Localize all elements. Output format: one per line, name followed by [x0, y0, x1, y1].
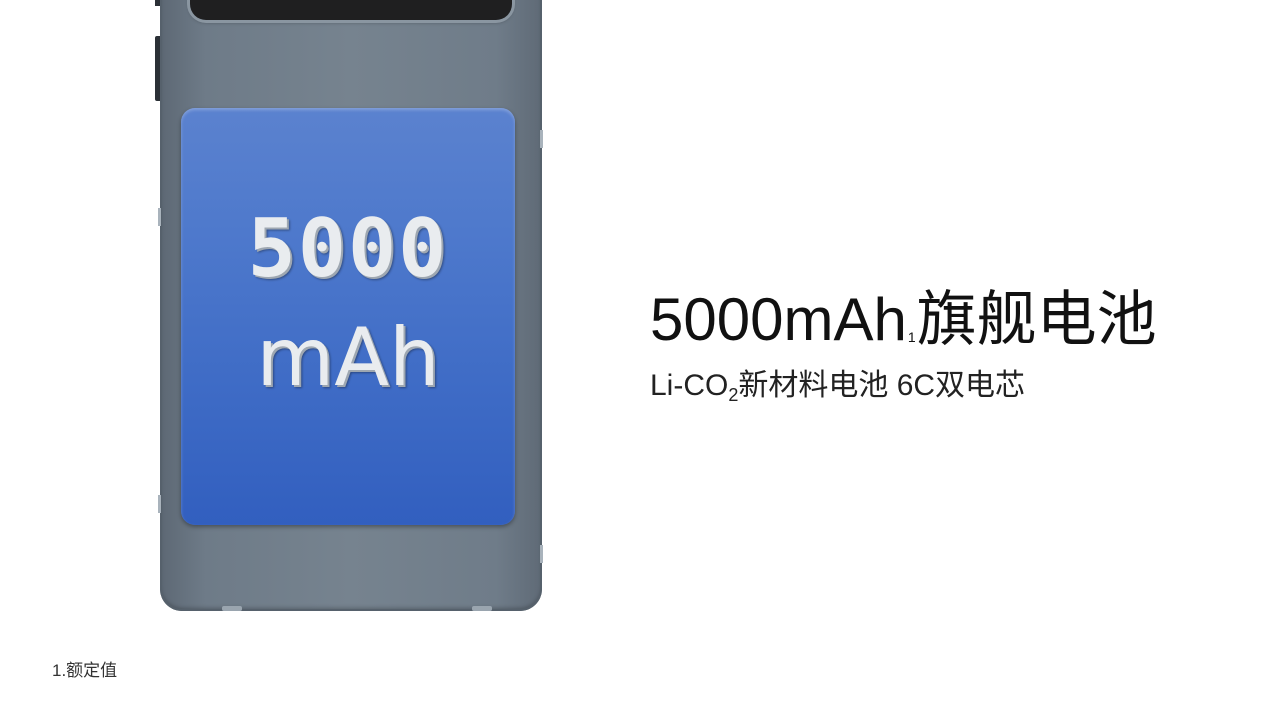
- phone-camera-module: [190, 0, 512, 20]
- subheadline-suffix: 新材料电池 6C双电芯: [738, 369, 1026, 402]
- footnote: 1.额定值: [52, 661, 118, 680]
- phone-edge-mark: [540, 545, 543, 563]
- subheadline-prefix: Li-CO: [650, 369, 729, 402]
- phone-edge-mark: [540, 130, 543, 148]
- phone-bottom-notch: [472, 606, 492, 611]
- battery-capacity-unit: mAh: [256, 311, 440, 404]
- phone-edge-mark: [158, 208, 161, 226]
- product-page: 5000 mAh 5000mAh1旗舰电池 Li-CO2新材料电池 6C双电芯 …: [0, 0, 1280, 720]
- subheadline: Li-CO2新材料电池 6C双电芯: [650, 366, 1025, 415]
- footnote-reference: 1: [907, 329, 916, 345]
- headline-suffix: 旗舰电池: [916, 286, 1157, 353]
- phone-edge-mark: [158, 495, 161, 513]
- phone-bottom-notch: [222, 606, 242, 611]
- battery-capacity-value: 5000: [247, 202, 449, 295]
- headline: 5000mAh1旗舰电池: [650, 284, 1157, 373]
- subheadline-subscript: 2: [728, 385, 739, 405]
- headline-capacity: 5000mAh: [650, 286, 907, 353]
- battery-panel: 5000 mAh: [181, 108, 515, 525]
